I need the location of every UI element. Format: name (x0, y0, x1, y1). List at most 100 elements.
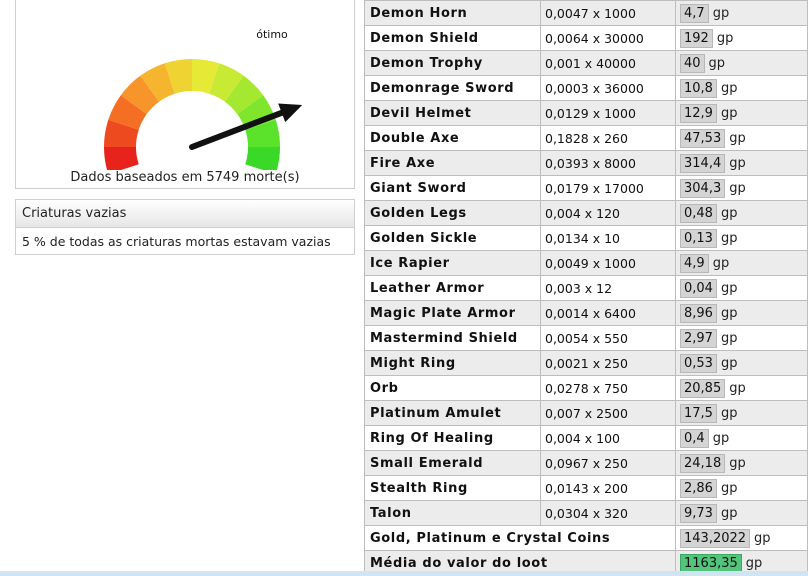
table-row: Demonrage Sword 0,0003 x 36000 10,8 gp (364, 75, 808, 101)
gauge-segment (104, 147, 139, 170)
item-unit: gp (720, 480, 738, 496)
item-value: 4,7 (680, 3, 709, 23)
item-value-cell: 2,86 gp (675, 475, 808, 501)
item-value: 4,9 (680, 253, 709, 273)
item-unit: gp (712, 255, 730, 271)
item-value-cell: 47,53 gp (675, 125, 808, 151)
item-value: 1163,35 (680, 553, 742, 573)
item-value-cell: 24,18 gp (675, 450, 808, 476)
table-row: Magic Plate Armor 0,0014 x 6400 8,96 gp (364, 300, 808, 326)
item-unit: gp (729, 130, 746, 146)
item-value-cell: 4,9 gp (675, 250, 808, 276)
item-value: 10,8 (680, 78, 717, 98)
item-value-cell: 0,48 gp (675, 200, 808, 226)
item-name: Might Ring (364, 350, 541, 376)
item-unit: gp (712, 430, 730, 446)
table-row: Ring Of Healing 0,004 x 100 0,4 gp (364, 425, 808, 451)
item-calc: 0,0049 x 1000 (540, 250, 676, 276)
table-row: Platinum Amulet 0,007 x 2500 17,5 gp (364, 400, 808, 426)
item-value: 17,5 (680, 403, 717, 423)
item-name: Orb (364, 375, 541, 401)
item-calc: 0,0014 x 6400 (540, 300, 676, 326)
item-value-cell: 2,97 gp (675, 325, 808, 351)
item-unit: gp (720, 280, 738, 296)
empty-creatures-title: Criaturas vazias (16, 200, 354, 228)
item-value: 192 (680, 28, 713, 48)
item-name: Platinum Amulet (364, 400, 541, 426)
item-name: Double Axe (364, 125, 541, 151)
item-name: Fire Axe (364, 150, 541, 176)
item-name: Demonrage Sword (364, 75, 541, 101)
item-name: Small Emerald (364, 450, 541, 476)
table-row: Leather Armor 0,003 x 12 0,04 gp (364, 275, 808, 301)
item-calc: 0,001 x 40000 (540, 50, 676, 76)
item-calc: 0,0278 x 750 (540, 375, 676, 401)
item-unit: gp (720, 205, 738, 221)
item-value-cell: 0,4 gp (675, 425, 808, 451)
item-value: 143,2022 (680, 528, 751, 548)
item-unit: gp (720, 230, 738, 246)
table-row: Golden Sickle 0,0134 x 10 0,13 gp (364, 225, 808, 251)
table-row: Ice Rapier 0,0049 x 1000 4,9 gp (364, 250, 808, 276)
item-calc: 0,0393 x 8000 (540, 150, 676, 176)
item-value-cell: 4,7 gp (675, 0, 808, 26)
item-value-cell: 12,9 gp (675, 100, 808, 126)
item-unit: gp (729, 455, 746, 471)
item-value: 2,86 (680, 478, 717, 498)
table-row: Fire Axe 0,0393 x 8000 314,4 gp (364, 150, 808, 176)
table-row: Demon Shield 0,0064 x 30000 192 gp (364, 25, 808, 51)
item-value: 0,13 (680, 228, 717, 248)
table-row: Demon Horn 0,0047 x 1000 4,7 gp (364, 0, 808, 26)
item-name: Ring Of Healing (364, 425, 541, 451)
item-value: 20,85 (680, 378, 726, 398)
bottom-bar (0, 571, 808, 576)
item-name: Magic Plate Armor (364, 300, 541, 326)
item-calc: 0,0179 x 17000 (540, 175, 676, 201)
item-calc: 0,0064 x 30000 (540, 25, 676, 51)
item-name: Mastermind Shield (364, 325, 541, 351)
item-name: Golden Sickle (364, 225, 541, 251)
item-unit: gp (720, 80, 738, 96)
item-value-cell: 0,53 gp (675, 350, 808, 376)
item-name: Leather Armor (364, 275, 541, 301)
item-calc: 0,1828 x 260 (540, 125, 676, 151)
item-value-cell: 8,96 gp (675, 300, 808, 326)
item-calc: 0,0304 x 320 (540, 500, 676, 526)
item-calc: 0,003 x 12 (540, 275, 676, 301)
item-value: 40 (680, 53, 705, 73)
item-unit: gp (745, 555, 763, 571)
gauge-label: ótimo (256, 28, 288, 41)
item-calc: 0,0134 x 10 (540, 225, 676, 251)
item-name: Devil Helmet (364, 100, 541, 126)
item-value: 9,73 (680, 503, 717, 523)
item-unit: gp (720, 330, 738, 346)
gauge-segment (245, 147, 280, 170)
item-calc: 0,0143 x 200 (540, 475, 676, 501)
item-unit: gp (754, 530, 771, 546)
item-value: 314,4 (680, 153, 726, 173)
item-value: 24,18 (680, 453, 726, 473)
item-unit: gp (716, 30, 734, 46)
item-calc: 0,004 x 100 (540, 425, 676, 451)
empty-creatures-panel: Criaturas vazias 5 % de todas as criatur… (15, 199, 355, 255)
gauge-needle-head (278, 103, 303, 123)
item-value: 2,97 (680, 328, 717, 348)
item-value: 0,48 (680, 203, 717, 223)
item-value-cell: 192 gp (675, 25, 808, 51)
item-value: 12,9 (680, 103, 717, 123)
item-calc: 0,0021 x 250 (540, 350, 676, 376)
loot-table: Demon Horn 0,0047 x 1000 4,7 gp Demon Shield… (364, 0, 808, 576)
item-calc: 0,0967 x 250 (540, 450, 676, 476)
item-value-cell: 0,13 gp (675, 225, 808, 251)
item-name: Stealth Ring (364, 475, 541, 501)
table-row: Small Emerald 0,0967 x 250 24,18 gp (364, 450, 808, 476)
table-row: Golden Legs 0,004 x 120 0,48 gp (364, 200, 808, 226)
item-unit: gp (720, 105, 738, 121)
item-unit: gp (729, 180, 746, 196)
item-value: 0,4 (680, 428, 709, 448)
item-unit: gp (720, 355, 738, 371)
table-row: Stealth Ring 0,0143 x 200 2,86 gp (364, 475, 808, 501)
item-value-cell: 314,4 gp (675, 150, 808, 176)
item-name: Demon Trophy (364, 50, 541, 76)
table-row: Demon Trophy 0,001 x 40000 40 gp (364, 50, 808, 76)
